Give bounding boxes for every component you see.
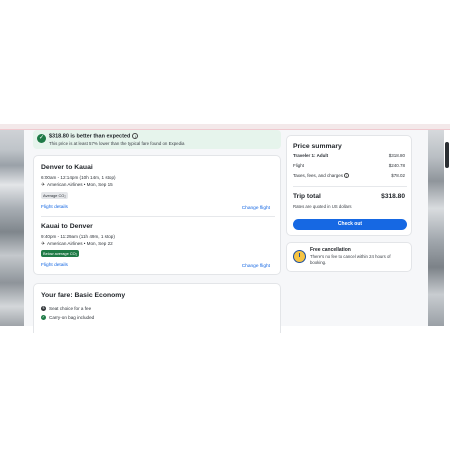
co2-badge-outbound: Average CO₂	[41, 192, 68, 199]
check-out-button[interactable]: Check out	[293, 219, 407, 230]
flight-price: $240.78	[388, 163, 405, 168]
leg-route-return: Kauai to Denver	[41, 223, 93, 230]
fare-feature-carry-on: ✓ Carry-on bag included	[41, 315, 95, 321]
price-alert-banner: ✓ $318.80 is better than expected i This …	[33, 130, 281, 149]
traveler-price: $318.80	[388, 153, 405, 158]
clock-icon	[293, 250, 306, 263]
fare-card: Your fare: Basic Economy $ Seat choice fo…	[33, 283, 281, 333]
price-summary-title: Price summary	[293, 143, 342, 150]
leg-divider	[41, 216, 275, 217]
price-divider	[293, 186, 407, 187]
background-image-left	[0, 130, 24, 326]
scrollbar-thumb[interactable]	[445, 142, 449, 168]
flight-label: Flight	[293, 163, 305, 168]
trip-total-value: $318.80	[381, 193, 405, 200]
change-flight-link-outbound[interactable]: Change flight	[242, 206, 270, 211]
fare-feature-seat: $ Seat choice for a fee	[41, 306, 92, 312]
leg-route-outbound: Denver to Kauai	[41, 164, 93, 171]
seat-icon: $	[41, 306, 46, 312]
trip-total-label: Trip total	[293, 193, 321, 200]
leg-airline-return: ✈ American Airlines • Mon, Sep 22	[41, 241, 113, 247]
flights-card: Denver to Kauai 6:00am - 12:14pm (10h 14…	[33, 155, 281, 275]
traveler-label: Traveler 1: Adult	[293, 153, 329, 158]
co2-badge-return: Below average CO₂	[41, 250, 80, 257]
taxes-label: Taxes, fees, and charges i	[293, 173, 350, 179]
leg-airline-outbound: ✈ American Airlines • Mon, Sep 15	[41, 182, 113, 188]
price-summary-card: Price summary Traveler 1: Adult $318.80 …	[286, 135, 412, 236]
rates-note: Rates are quoted in US dollars	[293, 204, 352, 209]
info-icon[interactable]: i	[344, 173, 350, 179]
free-cancellation-text: There's no fee to cancel within 24 hours…	[310, 254, 391, 265]
leg-times-return: 9:40pm - 11:29am (11h 49m, 1 stop)	[41, 234, 115, 239]
fare-title: Your fare: Basic Economy	[41, 292, 126, 299]
info-icon[interactable]: i	[132, 133, 139, 139]
taxes-price: $78.02	[391, 173, 405, 178]
free-cancellation-card: Free cancellation There's no fee to canc…	[286, 242, 412, 272]
banner-title: $318.80 is better than expected i	[49, 133, 139, 139]
banner-subtitle: This price is at least 57% lower than th…	[49, 141, 185, 146]
background-image-right	[428, 130, 444, 326]
flight-details-link-return[interactable]: Flight details	[41, 263, 68, 268]
leg-times-outbound: 6:00am - 12:14pm (10h 14m, 1 stop)	[41, 175, 116, 180]
change-flight-link-return[interactable]: Change flight	[242, 264, 270, 269]
flight-details-link-outbound[interactable]: Flight details	[41, 205, 68, 210]
check-circle-icon: ✓	[37, 134, 46, 143]
check-icon: ✓	[41, 315, 46, 321]
free-cancellation-title: Free cancellation	[310, 247, 351, 253]
